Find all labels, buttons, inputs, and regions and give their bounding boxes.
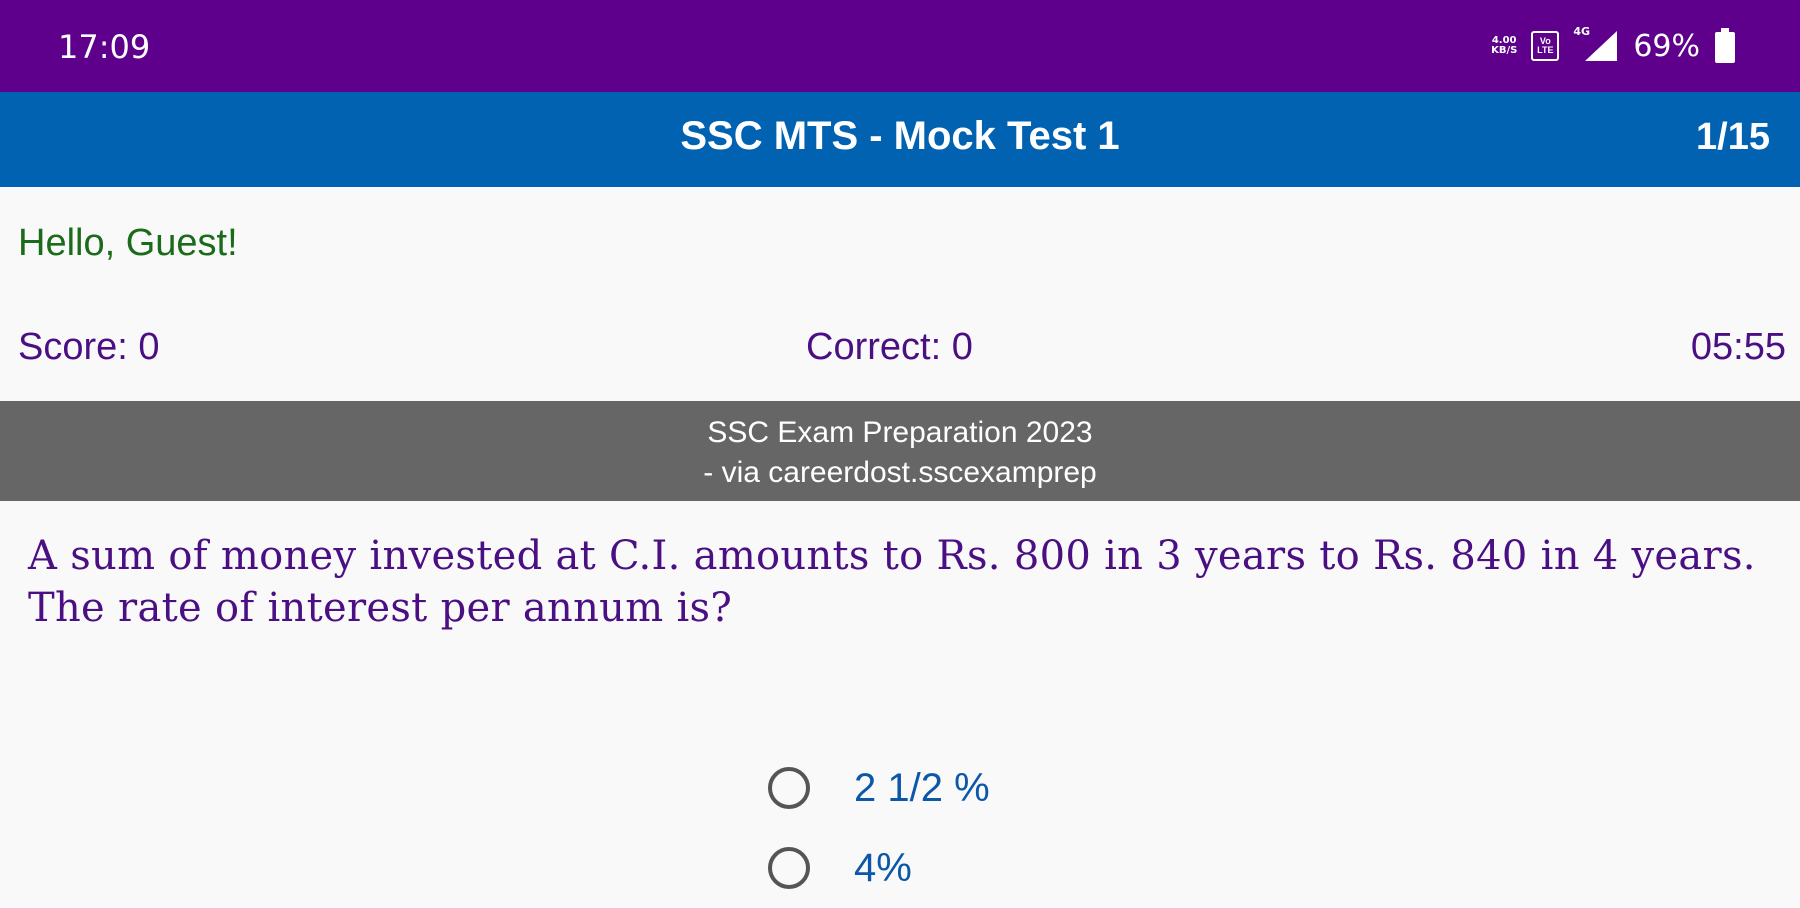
option-item[interactable]: 4% bbox=[768, 828, 990, 908]
signal-icon: 4G bbox=[1573, 25, 1619, 63]
status-icons: 4.00 KB/S Vo LTE 4G 69% bbox=[1491, 25, 1736, 66]
option-label[interactable]: 4% bbox=[854, 846, 912, 891]
radio-button-icon[interactable] bbox=[768, 767, 810, 809]
network-speed-icon: 4.00 KB/S bbox=[1491, 36, 1517, 56]
question-counter: 1/15 bbox=[1696, 116, 1770, 158]
option-label[interactable]: 2 1/2 % bbox=[854, 766, 990, 811]
battery-percent: 69% bbox=[1633, 28, 1700, 64]
correct-label: Correct: 0 bbox=[806, 326, 973, 368]
app-bar: SSC MTS - Mock Test 1 1/15 bbox=[0, 92, 1800, 187]
network-speed-unit: KB/S bbox=[1491, 45, 1518, 56]
question-text: A sum of money invested at C.I. amounts … bbox=[28, 533, 1756, 631]
battery-icon bbox=[1715, 28, 1735, 63]
status-time: 17:09 bbox=[58, 28, 151, 66]
page-title: SSC MTS - Mock Test 1 bbox=[680, 114, 1120, 158]
score-label: Score: 0 bbox=[18, 326, 160, 368]
radio-button-icon[interactable] bbox=[768, 847, 810, 889]
volte-bottom-label: LTE bbox=[1537, 45, 1554, 55]
timer-label: 05:55 bbox=[1690, 326, 1786, 368]
ad-banner[interactable]: SSC Exam Preparation 2023 - via careerdo… bbox=[0, 401, 1800, 501]
option-item[interactable]: 2 1/2 % bbox=[768, 748, 990, 828]
greeting-text: Hello, Guest! bbox=[18, 222, 238, 264]
volte-icon: Vo LTE bbox=[1531, 31, 1560, 61]
banner-line-1: SSC Exam Preparation 2023 bbox=[707, 416, 1093, 449]
options-list: 2 1/2 % 4% bbox=[768, 748, 990, 908]
status-bar: 17:09 4.00 KB/S Vo LTE 4G 69% bbox=[0, 0, 1800, 92]
banner-line-2: - via careerdost.sscexamprep bbox=[703, 456, 1097, 489]
